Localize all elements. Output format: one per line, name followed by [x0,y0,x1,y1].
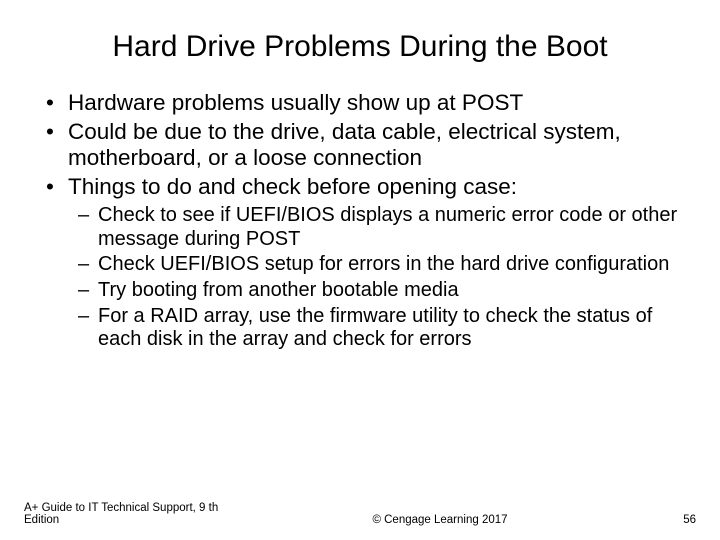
bullet-item: Could be due to the drive, data cable, e… [40,119,684,172]
sub-bullet-text: Check UEFI/BIOS setup for errors in the … [98,253,669,275]
sub-bullet-text: For a RAID array, use the firmware utili… [98,305,652,351]
slide-title: Hard Drive Problems During the Boot [36,30,684,64]
sub-bullet-item: Try booting from another bootable media [74,279,684,303]
bullet-list: Hardware problems usually show up at POS… [40,90,684,352]
sub-bullet-text: Try booting from another bootable media [98,279,459,301]
sub-bullet-item: Check UEFI/BIOS setup for errors in the … [74,253,684,277]
slide: Hard Drive Problems During the Boot Hard… [0,0,720,540]
bullet-item: Things to do and check before opening ca… [40,174,684,352]
footer: A+ Guide to IT Technical Support, 9 th E… [24,502,696,526]
sub-bullet-item: For a RAID array, use the firmware utili… [74,305,684,352]
page-number: 56 [636,514,696,526]
footer-center: © Cengage Learning 2017 [244,514,636,526]
bullet-text: Things to do and check before opening ca… [68,174,517,199]
sub-bullet-text: Check to see if UEFI/BIOS displays a num… [98,204,677,250]
footer-left: A+ Guide to IT Technical Support, 9 th E… [24,502,244,526]
sub-bullet-item: Check to see if UEFI/BIOS displays a num… [74,204,684,251]
bullet-text: Hardware problems usually show up at POS… [68,90,523,115]
bullet-item: Hardware problems usually show up at POS… [40,90,684,117]
sub-bullet-list: Check to see if UEFI/BIOS displays a num… [74,204,684,352]
bullet-text: Could be due to the drive, data cable, e… [68,119,621,171]
